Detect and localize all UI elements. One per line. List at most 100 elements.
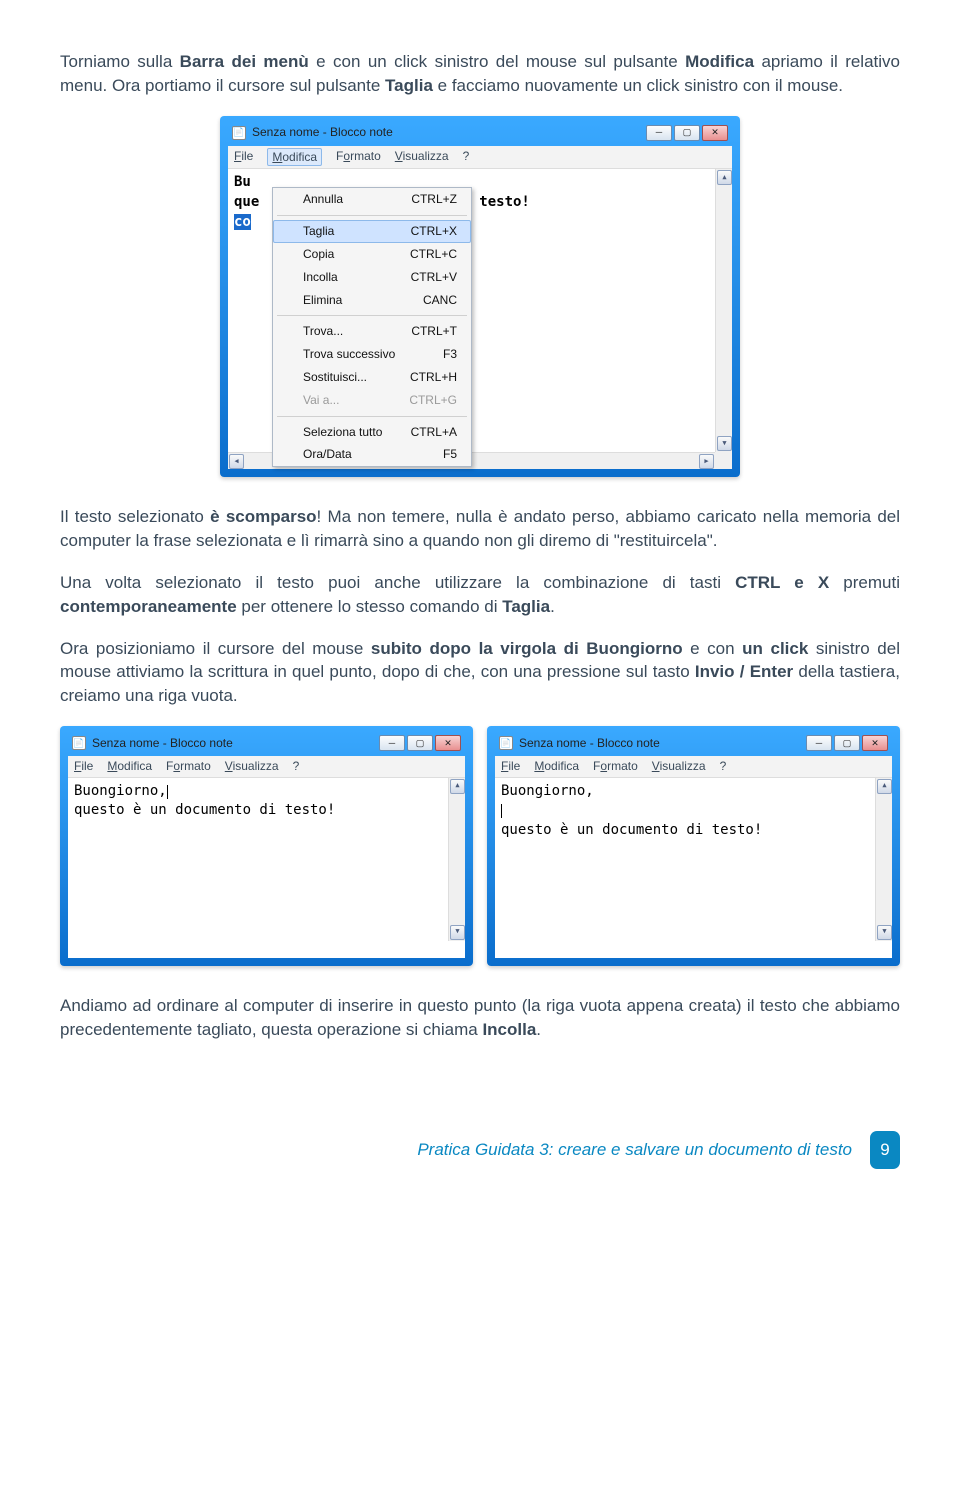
menu-item-incolla[interactable]: IncollaCTRL+V bbox=[273, 266, 471, 289]
menu-file[interactable]: File bbox=[234, 148, 253, 167]
page-number: 9 bbox=[870, 1131, 900, 1169]
notepad-window-after: 📄 Senza nome - Blocco note ─ ▢ ✕ File Mo… bbox=[487, 726, 900, 966]
menu-help[interactable]: ? bbox=[463, 148, 470, 167]
close-button[interactable]: ✕ bbox=[862, 735, 888, 751]
footer-title: Pratica Guidata 3: creare e salvare un d… bbox=[417, 1138, 852, 1162]
paragraph-1: Torniamo sulla Barra dei menù e con un c… bbox=[60, 50, 900, 98]
window-titlebar: 📄 Senza nome - Blocco note ─ ▢ ✕ bbox=[495, 734, 892, 756]
menu-item-label: Copia bbox=[303, 246, 334, 263]
menu-item-shortcut: CTRL+X bbox=[411, 223, 457, 240]
notepad-window-before: 📄 Senza nome - Blocco note ─ ▢ ✕ File Mo… bbox=[60, 726, 473, 966]
text: Andiamo ad ordinare al computer di inser… bbox=[60, 996, 900, 1039]
menu-item-sostituisci[interactable]: Sostituisci... CTRL+H bbox=[273, 366, 471, 389]
modifica-dropdown: Annulla CTRL+Z Taglia CTRL+X CopiaCTRL+CInco… bbox=[272, 187, 472, 467]
menu-item-shortcut: CTRL+T bbox=[411, 323, 457, 340]
vertical-scrollbar[interactable]: ▲▼ bbox=[448, 778, 465, 941]
vertical-scrollbar[interactable]: ▲▼ bbox=[715, 169, 732, 452]
menu-item-shortcut: CTRL+H bbox=[410, 369, 457, 386]
scroll-up-icon[interactable]: ▲ bbox=[717, 170, 732, 185]
menu-help[interactable]: ? bbox=[293, 758, 300, 775]
bold-text: un click bbox=[742, 639, 808, 658]
page-footer: Pratica Guidata 3: creare e salvare un d… bbox=[60, 1131, 900, 1169]
menu-bar: File Modifica Formato Visualizza ? bbox=[228, 146, 732, 170]
notepad-icon: 📄 bbox=[72, 736, 86, 750]
menu-item-shortcut: CTRL+Z bbox=[411, 191, 457, 208]
menu-item-shortcut: CTRL+A bbox=[411, 424, 457, 441]
menu-item-trovasuccessivo[interactable]: Trova successivoF3 bbox=[273, 343, 471, 366]
notepad-text-area[interactable]: Buongiorno, questo è un documento di tes… bbox=[68, 778, 465, 958]
screenshot-row: 📄 Senza nome - Blocco note ─ ▢ ✕ File Mo… bbox=[60, 726, 900, 966]
menu-modifica[interactable]: Modifica bbox=[267, 148, 322, 167]
notepad-icon: 📄 bbox=[499, 736, 513, 750]
menu-item-taglia[interactable]: Taglia CTRL+X bbox=[273, 220, 471, 243]
close-button[interactable]: ✕ bbox=[702, 125, 728, 141]
menu-item-label: Elimina bbox=[303, 292, 342, 309]
bold-text: Taglia bbox=[502, 597, 550, 616]
menu-item-vaia: Vai a... CTRL+G bbox=[273, 389, 471, 412]
menu-item-label: Taglia bbox=[303, 223, 334, 240]
menu-item-oradata[interactable]: Ora/DataF5 bbox=[273, 443, 471, 466]
text: Una volta selezionato il testo puoi anch… bbox=[60, 573, 735, 592]
bold-text: Invio / Enter bbox=[695, 662, 793, 681]
menu-bar: File Modifica Formato Visualizza ? bbox=[495, 756, 892, 778]
menu-item-elimina[interactable]: EliminaCANC bbox=[273, 289, 471, 312]
menu-file[interactable]: File bbox=[74, 758, 93, 775]
maximize-button[interactable]: ▢ bbox=[407, 735, 433, 751]
menu-modifica[interactable]: Modifica bbox=[534, 758, 579, 775]
maximize-button[interactable]: ▢ bbox=[834, 735, 860, 751]
paragraph-2: Il testo selezionato è scomparso! Ma non… bbox=[60, 505, 900, 553]
menu-item-trova[interactable]: Trova...CTRL+T bbox=[273, 320, 471, 343]
menu-separator bbox=[277, 215, 467, 216]
text: premuti bbox=[829, 573, 900, 592]
menu-item-label: Vai a... bbox=[303, 392, 339, 409]
scroll-up-icon[interactable]: ▲ bbox=[450, 779, 465, 794]
menu-file[interactable]: File bbox=[501, 758, 520, 775]
window-title: Senza nome - Blocco note bbox=[92, 735, 233, 752]
minimize-button[interactable]: ─ bbox=[646, 125, 672, 141]
menu-item-shortcut: CTRL+G bbox=[409, 392, 457, 409]
bold-text: è scomparso bbox=[210, 507, 316, 526]
menu-item-copia[interactable]: CopiaCTRL+C bbox=[273, 243, 471, 266]
editor-content: Bu que co di testo! bbox=[234, 173, 259, 232]
menu-formato[interactable]: Formato bbox=[593, 758, 638, 775]
scroll-down-icon[interactable]: ▼ bbox=[877, 925, 892, 940]
menu-visualizza[interactable]: Visualizza bbox=[225, 758, 279, 775]
menu-item-label: Sostituisci... bbox=[303, 369, 367, 386]
scroll-down-icon[interactable]: ▼ bbox=[717, 436, 732, 451]
scroll-left-icon[interactable]: ◀ bbox=[229, 454, 244, 469]
scroll-right-icon[interactable]: ▶ bbox=[699, 454, 714, 469]
text: e con un click sinistro del mouse sul pu… bbox=[309, 52, 685, 71]
scroll-down-icon[interactable]: ▼ bbox=[450, 925, 465, 940]
menu-item-selezionatutto[interactable]: Seleziona tutto CTRL+A bbox=[273, 421, 471, 444]
menu-item-label: Ora/Data bbox=[303, 446, 352, 463]
minimize-button[interactable]: ─ bbox=[379, 735, 405, 751]
menu-item-shortcut: CTRL+V bbox=[411, 269, 457, 286]
menu-help[interactable]: ? bbox=[720, 758, 727, 775]
close-button[interactable]: ✕ bbox=[435, 735, 461, 751]
bold-text: CTRL e X bbox=[735, 573, 829, 592]
menu-visualizza[interactable]: Visualizza bbox=[395, 148, 449, 167]
menu-formato[interactable]: Formato bbox=[336, 148, 381, 167]
minimize-button[interactable]: ─ bbox=[806, 735, 832, 751]
menu-item-label: Seleziona tutto bbox=[303, 424, 382, 441]
notepad-window: 📄 Senza nome - Blocco note ─ ▢ ✕ File Mo… bbox=[220, 116, 740, 478]
screenshot-notepad-dropdown: 📄 Senza nome - Blocco note ─ ▢ ✕ File Mo… bbox=[220, 116, 740, 478]
window-title: Senza nome - Blocco note bbox=[519, 735, 660, 752]
paragraph-5: Andiamo ad ordinare al computer di inser… bbox=[60, 994, 900, 1042]
menu-item-shortcut: F3 bbox=[443, 346, 457, 363]
notepad-text-area[interactable]: Bu que co di testo! Annulla CTRL+Z Taglia C… bbox=[228, 169, 732, 469]
vertical-scrollbar[interactable]: ▲▼ bbox=[875, 778, 892, 941]
menu-item-annulla[interactable]: Annulla CTRL+Z bbox=[273, 188, 471, 211]
notepad-text-area[interactable]: Buongiorno, questo è un documento di tes… bbox=[495, 778, 892, 958]
menu-separator bbox=[277, 416, 467, 417]
scroll-up-icon[interactable]: ▲ bbox=[877, 779, 892, 794]
menu-modifica[interactable]: Modifica bbox=[107, 758, 152, 775]
bold-text: Taglia bbox=[385, 76, 433, 95]
paragraph-4: Ora posizioniamo il cursore del mouse su… bbox=[60, 637, 900, 708]
menu-formato[interactable]: Formato bbox=[166, 758, 211, 775]
menu-visualizza[interactable]: Visualizza bbox=[652, 758, 706, 775]
text: . bbox=[550, 597, 555, 616]
menu-item-label: Annulla bbox=[303, 191, 343, 208]
text: Ora posizioniamo il cursore del mouse bbox=[60, 639, 371, 658]
maximize-button[interactable]: ▢ bbox=[674, 125, 700, 141]
